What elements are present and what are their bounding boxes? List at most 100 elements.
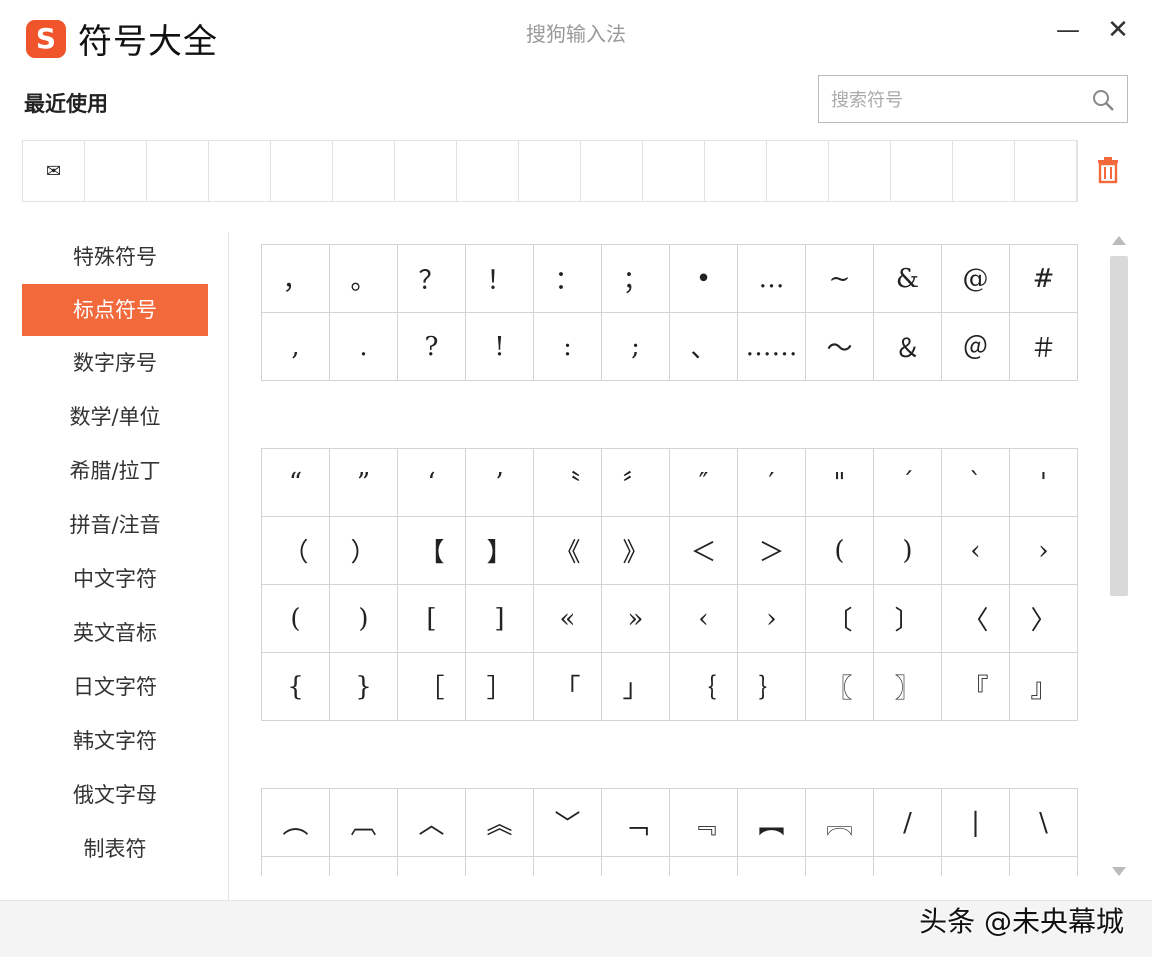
symbol-cell[interactable]: ! (465, 312, 534, 381)
scroll-thumb[interactable] (1110, 256, 1128, 596)
symbol-cell[interactable]: } (329, 652, 398, 721)
symbol-cell[interactable]: ﹁ (601, 788, 670, 857)
symbol-cell[interactable]: ︹ (329, 788, 398, 857)
symbol-cell[interactable]: ﹀ (397, 856, 466, 876)
recent-symbol-cell[interactable] (643, 141, 705, 201)
symbol-cell[interactable]: ， (261, 244, 330, 313)
recent-symbol-cell[interactable] (829, 141, 891, 201)
symbol-cell[interactable]: › (1009, 516, 1078, 585)
symbol-cell[interactable]: ~ (805, 244, 874, 313)
symbol-cell[interactable]: ‘ (397, 448, 466, 517)
symbol-cell[interactable]: “ (261, 448, 330, 517)
symbol-cell[interactable]: ＞ (737, 516, 806, 585)
symbol-cell[interactable]: ″ (669, 448, 738, 517)
symbol-cell[interactable]: ＃ (1009, 312, 1078, 381)
recent-symbol-cell[interactable] (767, 141, 829, 201)
symbol-cell[interactable]: [ (397, 584, 466, 653)
symbol-cell[interactable] (873, 856, 942, 876)
recent-symbol-cell[interactable] (209, 141, 271, 201)
symbol-cell[interactable]: 〝 (533, 448, 602, 517)
symbol-cell[interactable]: / (873, 788, 942, 857)
scroll-up-arrow-icon[interactable] (1112, 236, 1126, 245)
symbol-cell[interactable]: ］ (465, 652, 534, 721)
symbol-cell[interactable]: ' (1009, 448, 1078, 517)
recent-symbol-cell[interactable] (271, 141, 333, 201)
recent-symbol-cell[interactable] (891, 141, 953, 201)
sidebar-item[interactable]: 中文字符 (22, 552, 208, 606)
sidebar-item[interactable]: 希腊/拉丁 (22, 444, 208, 498)
sidebar-item[interactable]: 英文音标 (22, 606, 208, 660)
symbol-cell[interactable]: ‹ (941, 516, 1010, 585)
symbol-cell[interactable]: ﹃ (669, 788, 738, 857)
symbol-cell[interactable]: 〗 (873, 652, 942, 721)
recent-symbol-cell[interactable] (953, 141, 1015, 201)
symbol-cell[interactable]: ˊ (873, 448, 942, 517)
symbol-cell[interactable]: ［ (397, 652, 466, 721)
symbol-cell[interactable]: 〖 (805, 652, 874, 721)
symbol-cell[interactable]: 〔 (805, 584, 874, 653)
search-icon[interactable] (1091, 88, 1115, 112)
symbol-cell[interactable]: 』 (1009, 652, 1078, 721)
sidebar-item[interactable]: 俄文字母 (22, 768, 208, 822)
symbol-cell[interactable]: ( (805, 516, 874, 585)
symbol-cell[interactable]: 〕 (873, 584, 942, 653)
vertical-scrollbar[interactable] (1108, 234, 1130, 878)
sidebar-item[interactable]: 特殊符号 (22, 230, 208, 284)
symbol-cell[interactable]: ︻ (737, 788, 806, 857)
symbol-cell[interactable]: ; (601, 312, 670, 381)
symbol-cell[interactable]: ； (601, 244, 670, 313)
minimize-button[interactable]: — (1052, 14, 1084, 46)
symbol-cell[interactable]: ︾ (465, 856, 534, 876)
scroll-down-arrow-icon[interactable] (1112, 867, 1126, 876)
symbol-cell[interactable]: ︿ (533, 856, 602, 876)
symbol-cell[interactable]: ｛ (669, 652, 738, 721)
sidebar-item[interactable]: 数学/单位 (22, 390, 208, 444)
sidebar-item[interactable]: 日文字符 (22, 660, 208, 714)
symbol-cell[interactable]: 《 (533, 516, 602, 585)
recent-symbol-cell[interactable] (333, 141, 395, 201)
symbol-cell[interactable]: ˋ (941, 448, 1010, 517)
symbol-cell[interactable]: ︺ (329, 856, 398, 876)
symbol-cell[interactable]: ’ (465, 448, 534, 517)
symbol-cell[interactable]: ＆ (873, 312, 942, 381)
sidebar-item[interactable]: 拼音/注音 (22, 498, 208, 552)
symbol-cell[interactable] (941, 856, 1010, 876)
recent-symbol-cell[interactable]: ✉ (23, 141, 85, 201)
symbol-cell[interactable]: › (737, 584, 806, 653)
symbol-cell[interactable]: & (873, 244, 942, 313)
symbol-cell[interactable]: 》 (601, 516, 670, 585)
symbol-cell[interactable]: @ (941, 244, 1010, 313)
symbol-cell[interactable]: …… (737, 312, 806, 381)
symbol-cell[interactable]: ︽ (465, 788, 534, 857)
recent-symbol-cell[interactable] (519, 141, 581, 201)
recent-symbol-cell[interactable] (147, 141, 209, 201)
symbol-cell[interactable]: { (261, 652, 330, 721)
symbol-cell[interactable]: ) (329, 584, 398, 653)
symbol-cell[interactable]: " (805, 448, 874, 517)
symbol-cell[interactable]: 「 (533, 652, 602, 721)
symbol-cell[interactable]: ） (329, 516, 398, 585)
symbol-cell[interactable]: ︵ (261, 788, 330, 857)
symbol-cell[interactable]: ﹂ (601, 856, 670, 876)
symbol-cell[interactable]: ！ (465, 244, 534, 313)
symbol-cell[interactable]: ﹄ (669, 856, 738, 876)
recent-symbol-cell[interactable] (1015, 141, 1077, 201)
symbol-cell[interactable]: ｝ (737, 652, 806, 721)
symbol-cell[interactable]: ( (261, 584, 330, 653)
recent-symbol-cell[interactable] (85, 141, 147, 201)
search-input[interactable] (829, 84, 1083, 116)
symbol-cell[interactable]: ′ (737, 448, 806, 517)
symbol-cell[interactable]: » (601, 584, 670, 653)
symbol-cell[interactable]: • (669, 244, 738, 313)
recent-symbol-cell[interactable] (705, 141, 767, 201)
symbol-cell[interactable]: 〈 (941, 584, 1010, 653)
symbol-cell[interactable]: 】 (465, 516, 534, 585)
symbol-cell[interactable]: ～ (805, 312, 874, 381)
symbol-cell[interactable]: ” (329, 448, 398, 517)
sidebar-item[interactable]: 标点符号 (22, 284, 208, 336)
symbol-cell[interactable]: | (941, 788, 1010, 857)
symbol-cell[interactable]: 『 (941, 652, 1010, 721)
recent-symbol-cell[interactable] (395, 141, 457, 201)
search-box[interactable] (818, 75, 1128, 123)
sidebar-item[interactable]: 数字序号 (22, 336, 208, 390)
